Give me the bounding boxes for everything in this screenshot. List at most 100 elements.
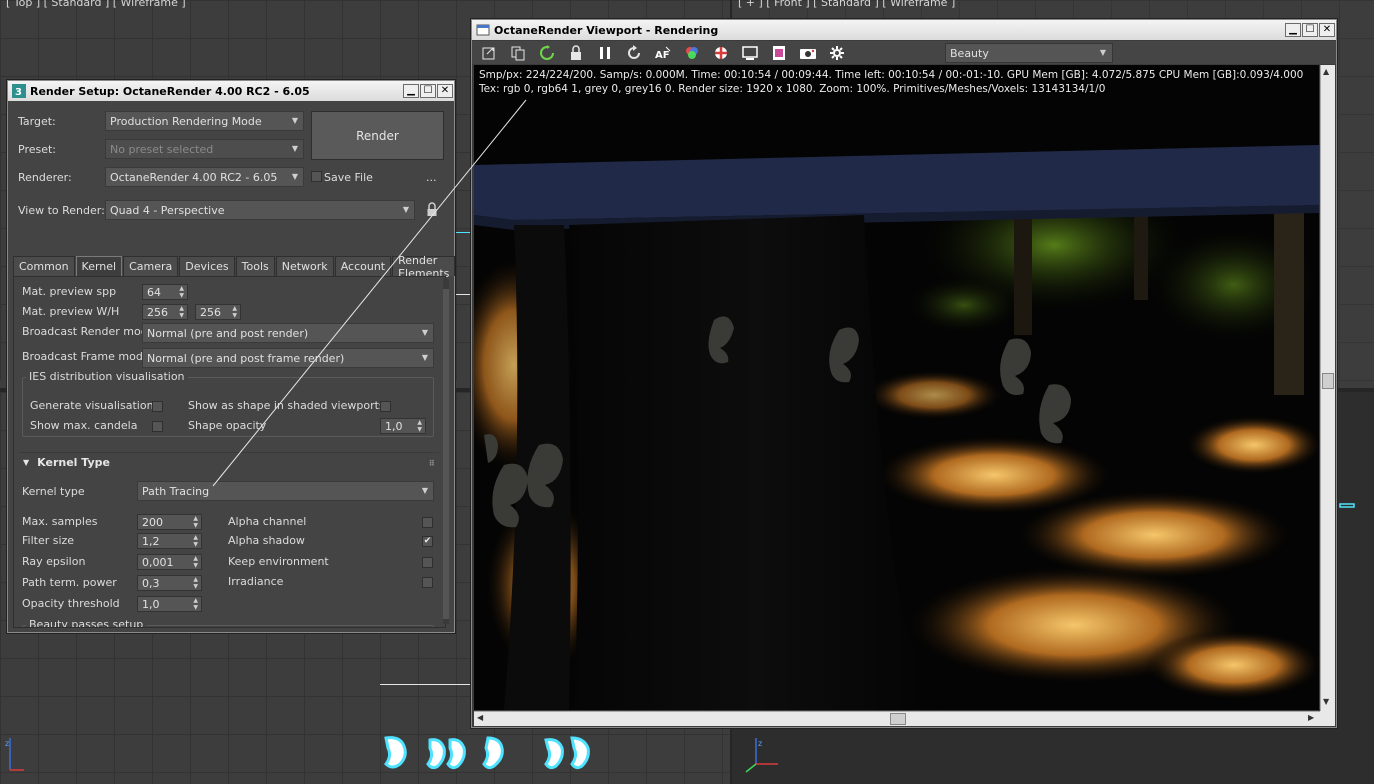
tab-common[interactable]: Common (13, 256, 75, 276)
tab-camera[interactable]: Camera (123, 256, 179, 276)
alpha-channel-checkbox[interactable] (422, 517, 433, 528)
keep-environment-label: Keep environment (228, 555, 329, 568)
spinner-arrows-icon[interactable]: ▲ ▼ (232, 305, 237, 319)
path-term-power-spinner[interactable]: 0,3 ▲ ▼ (137, 575, 202, 591)
spinner-arrows-icon[interactable]: ▲ ▼ (193, 576, 198, 590)
tab-kernel[interactable]: Kernel (75, 256, 123, 276)
color-picker-icon[interactable] (681, 43, 703, 63)
settings-icon[interactable] (826, 43, 848, 63)
kernel-panel-scroll-thumb[interactable] (443, 289, 449, 619)
irradiance-checkbox[interactable] (422, 577, 433, 588)
ray-epsilon-value: 0,001 (142, 555, 174, 569)
lock-icon[interactable] (565, 43, 587, 63)
generate-vis-checkbox[interactable] (152, 401, 163, 412)
ies-group-title: IES distribution visualisation (26, 370, 188, 383)
view-to-render-dropdown[interactable]: Quad 4 - Perspective ▼ (105, 200, 415, 220)
render-setup-titlebar[interactable]: 3 Render Setup: OctaneRender 4.00 RC2 - … (8, 81, 454, 101)
scroll-right-icon[interactable]: ▶ (1308, 713, 1314, 722)
octane-viewport-window[interactable]: OctaneRender Viewport - Rendering ▁ ☐ ✕ … (471, 19, 1337, 728)
spinner-arrows-icon[interactable]: ▲ ▼ (193, 555, 198, 569)
horizontal-scrollbar[interactable]: ◀ ▶ (474, 711, 1320, 726)
render-output-area[interactable]: Smp/px: 224/224/200. Samp/s: 0.000M. Tim… (474, 65, 1319, 710)
spinner-arrows-icon[interactable]: ▲ ▼ (193, 597, 198, 611)
spinner-arrows-icon[interactable]: ▲ ▼ (179, 305, 184, 319)
maximize-button[interactable]: ☐ (420, 84, 436, 98)
alpha-channel-label: Alpha channel (228, 515, 307, 528)
show-candela-checkbox[interactable] (152, 421, 163, 432)
tab-devices[interactable]: Devices (179, 256, 235, 276)
spinner-arrows-icon[interactable]: ▲ ▼ (193, 534, 198, 548)
renderer-dropdown[interactable]: OctaneRender 4.00 RC2 - 6.05 ▼ (105, 167, 304, 187)
svg-text:3: 3 (15, 87, 22, 98)
restart-icon[interactable] (536, 43, 558, 63)
more-options-button[interactable]: ... (426, 171, 437, 184)
pause-icon[interactable] (594, 43, 616, 63)
kernel-type-dropdown[interactable]: Path Tracing ▼ (137, 481, 434, 501)
selected-objects[interactable] (380, 734, 610, 774)
preset-dropdown[interactable]: No preset selected ▼ (105, 139, 304, 159)
scroll-down-icon[interactable]: ▼ (1323, 697, 1329, 706)
chevron-down-icon: ▼ (291, 172, 298, 181)
film-icon[interactable] (768, 43, 790, 63)
target-label: Target: (18, 115, 56, 128)
tab-account[interactable]: Account (334, 256, 392, 276)
render-setup-tabs[interactable]: Common Kernel Camera Devices Tools Netwo… (13, 254, 456, 280)
render-setup-dialog[interactable]: 3 Render Setup: OctaneRender 4.00 RC2 - … (7, 80, 456, 633)
scroll-up-icon[interactable]: ▲ (1323, 67, 1329, 76)
scroll-left-icon[interactable]: ◀ (477, 713, 483, 722)
render-pass-dropdown[interactable]: Beauty ▼ (945, 43, 1113, 63)
spinner-arrows-icon[interactable]: ▲ ▼ (417, 419, 422, 433)
max-samples-spinner[interactable]: 200 ▲ ▼ (137, 514, 202, 530)
mat-preview-width-value: 256 (147, 305, 168, 319)
ray-epsilon-spinner[interactable]: 0,001 ▲ ▼ (137, 554, 202, 570)
broadcast-render-dropdown[interactable]: Normal (pre and post render) ▼ (142, 323, 434, 343)
spinner-arrows-icon[interactable]: ▲ ▼ (193, 515, 198, 529)
window-title: OctaneRender Viewport - Rendering (494, 23, 719, 37)
tab-tools[interactable]: Tools (235, 256, 275, 276)
shape-opacity-spinner[interactable]: 1,0 ▲ ▼ (380, 418, 426, 434)
render-pass-value: Beauty (950, 46, 989, 60)
save-file-checkbox[interactable] (311, 171, 322, 182)
minimize-button[interactable]: ▁ (1285, 23, 1301, 37)
close-button[interactable]: ✕ (437, 84, 453, 98)
kernel-type-rollout-header[interactable]: ▼ Kernel Type ⠿ (19, 452, 439, 472)
export-icon[interactable] (478, 43, 500, 63)
broadcast-frame-dropdown[interactable]: Normal (pre and post frame render) ▼ (142, 348, 434, 368)
viewport-label-top[interactable]: [ Top ] [ Standard ] [ Wireframe ] (6, 0, 186, 9)
material-picker-icon[interactable] (710, 43, 732, 63)
vertical-scroll-thumb[interactable] (1322, 373, 1334, 389)
render-button-label: Render (356, 128, 399, 143)
vertical-scrollbar[interactable]: ▲ ▼ (1320, 65, 1335, 711)
mat-preview-spp-spinner[interactable]: 64 ▲ ▼ (142, 284, 188, 300)
mat-preview-height-spinner[interactable]: 256 ▲ ▼ (195, 304, 241, 320)
octane-viewport-titlebar[interactable]: OctaneRender Viewport - Rendering ▁ ☐ ✕ (472, 20, 1336, 40)
copy-icon[interactable] (507, 43, 529, 63)
window-app-icon (476, 24, 490, 36)
mat-preview-height-value: 256 (200, 305, 221, 319)
minimize-button[interactable]: ▁ (403, 84, 419, 98)
max-samples-value: 200 (142, 515, 163, 529)
broadcast-render-value: Normal (pre and post render) (147, 326, 309, 340)
keep-environment-checkbox[interactable] (422, 557, 433, 568)
horizontal-scroll-thumb[interactable] (890, 713, 906, 725)
show-candela-label: Show max. candela (30, 419, 138, 432)
tab-network[interactable]: Network (275, 256, 334, 276)
mat-preview-width-spinner[interactable]: 256 ▲ ▼ (142, 304, 188, 320)
alpha-shadow-checkbox[interactable]: ✔ (422, 536, 433, 547)
render-button[interactable]: Render (311, 111, 444, 160)
close-button[interactable]: ✕ (1319, 23, 1335, 37)
spinner-arrows-icon[interactable]: ▲ ▼ (179, 285, 184, 299)
region-icon[interactable] (739, 43, 761, 63)
maximize-button[interactable]: ☐ (1302, 23, 1318, 37)
lock-icon[interactable] (426, 202, 438, 218)
refresh-icon[interactable] (623, 43, 645, 63)
collapse-triangle-icon[interactable]: ▼ (23, 458, 29, 467)
autofocus-icon[interactable]: AF (652, 43, 674, 63)
show-shape-checkbox[interactable] (380, 401, 391, 412)
viewport-label-front[interactable]: [ + ] [ Front ] [ Standard ] [ Wireframe… (738, 0, 955, 9)
camera-icon[interactable] (797, 43, 819, 63)
opacity-threshold-spinner[interactable]: 1,0 ▲ ▼ (137, 596, 202, 612)
tab-render-elements[interactable]: Render Elements (392, 254, 456, 280)
filter-size-spinner[interactable]: 1,2 ▲ ▼ (137, 533, 202, 549)
target-dropdown[interactable]: Production Rendering Mode ▼ (105, 111, 304, 131)
